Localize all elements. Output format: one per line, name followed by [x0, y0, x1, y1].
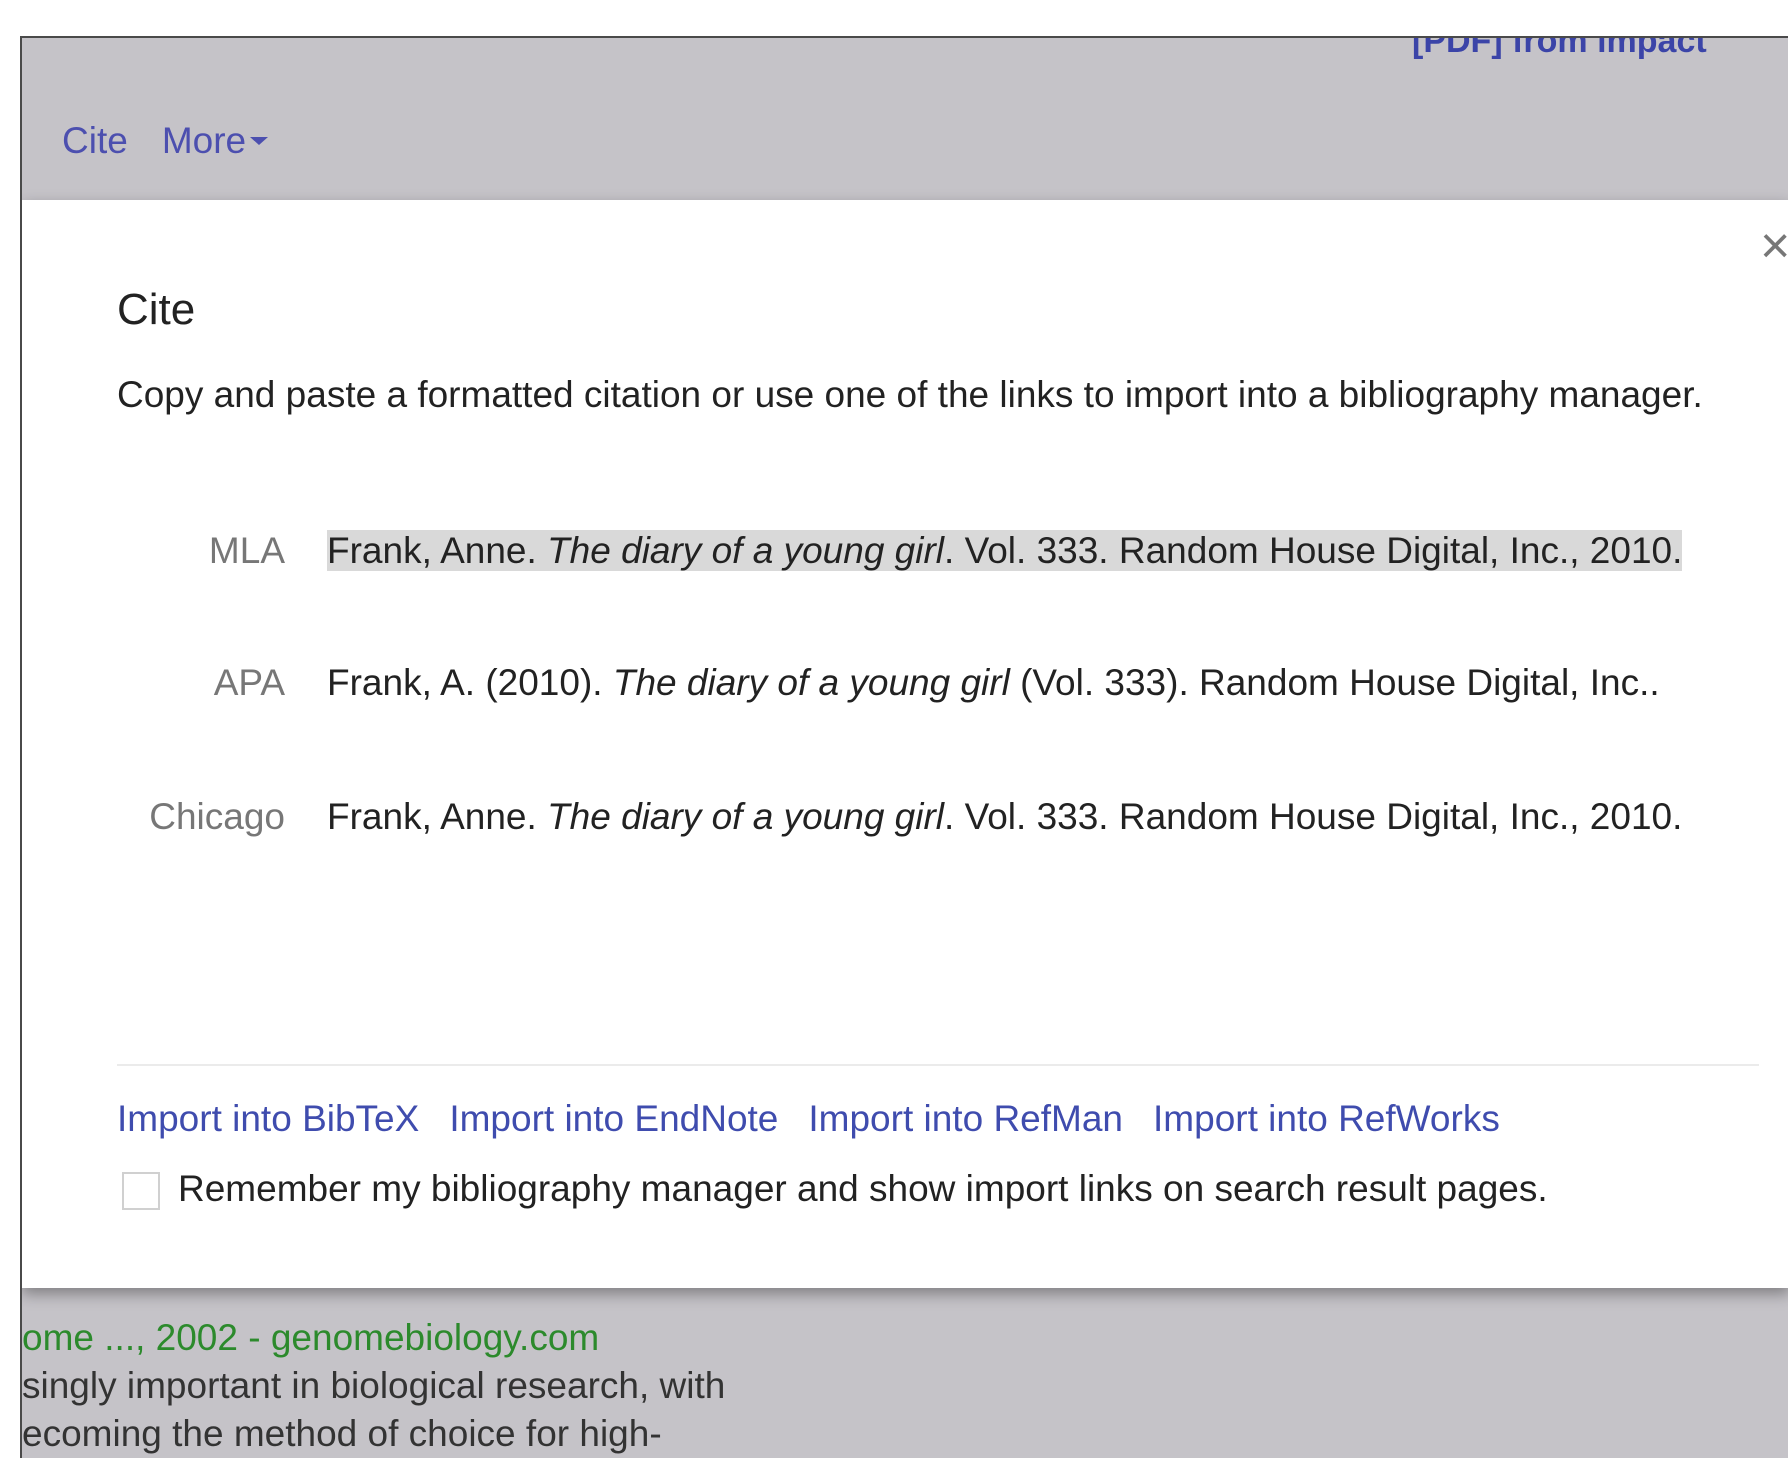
cite-dialog: × Cite Copy and paste a formatted citati… — [22, 200, 1788, 1288]
import-endnote-link[interactable]: Import into EndNote — [449, 1098, 778, 1139]
cite-link[interactable]: Cite — [62, 120, 128, 161]
import-refworks-link[interactable]: Import into RefWorks — [1153, 1098, 1500, 1139]
close-icon[interactable]: × — [1760, 220, 1788, 272]
remember-label: Remember my bibliography manager and sho… — [178, 1168, 1548, 1209]
citation-text[interactable]: Frank, Anne. The diary of a young girl. … — [327, 526, 1747, 576]
pdf-link-cutoff[interactable]: [PDF] from impact — [1412, 38, 1707, 61]
dialog-title: Cite — [117, 285, 196, 334]
citation-before: Frank, Anne. — [327, 530, 548, 571]
citation-after: . Vol. 333. Random House Digital, Inc., … — [944, 796, 1683, 837]
citation-text[interactable]: Frank, A. (2010). The diary of a young g… — [327, 658, 1747, 708]
citation-label: APA — [213, 662, 285, 703]
result-snippet-line1: singly important in biological research,… — [22, 1365, 726, 1406]
import-refman-link[interactable]: Import into RefMan — [808, 1098, 1123, 1139]
citation-title: The diary of a young girl — [547, 530, 945, 571]
chevron-down-icon — [250, 137, 269, 146]
background-search-result: ome ..., 2002 - genomebiology.com singly… — [22, 1314, 725, 1458]
result-snippet-line2: ecoming the method of choice for high- — [22, 1413, 662, 1454]
result-toolbar: Cite More — [62, 120, 302, 162]
citation-title: The diary of a young girl — [612, 662, 1010, 703]
import-bibtex-link[interactable]: Import into BibTeX — [117, 1098, 419, 1139]
citation-text[interactable]: Frank, Anne. The diary of a young girl. … — [327, 792, 1747, 842]
more-label: More — [161, 120, 247, 161]
citation-label: MLA — [208, 530, 285, 571]
import-links: Import into BibTeX Import into EndNote Imp… — [117, 1098, 1530, 1140]
citation-label: Chicago — [149, 796, 285, 837]
remember-row: Remember my bibliography manager and sho… — [122, 1168, 1548, 1211]
dialog-intro: Copy and paste a formatted citation or u… — [117, 374, 1703, 415]
citation-before: Frank, Anne. — [327, 796, 548, 837]
browser-window: [PDF] from impact Cite More × Cite Copy a… — [20, 36, 1788, 1458]
selected-citation: Frank, Anne. The diary of a young girl. … — [327, 530, 1683, 571]
citation-before: Frank, A. (2010). — [327, 662, 613, 703]
result-source[interactable]: ome ..., 2002 - genomebiology.com — [22, 1314, 725, 1362]
remember-checkbox[interactable] — [122, 1172, 160, 1211]
divider — [117, 1064, 1759, 1066]
more-menu[interactable]: More — [161, 120, 269, 161]
citation-title: The diary of a young girl — [547, 796, 945, 837]
citation-after: (Vol. 333). Random House Digital, Inc.. — [1009, 662, 1660, 703]
citation-after: . Vol. 333. Random House Digital, Inc., … — [944, 530, 1683, 571]
